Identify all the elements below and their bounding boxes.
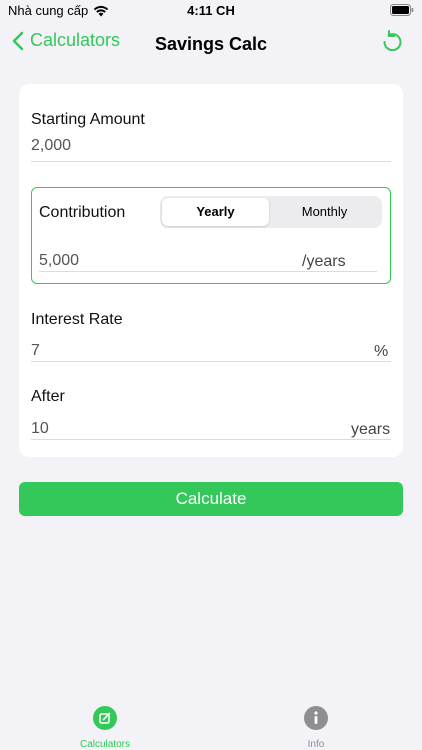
- refresh-icon: [383, 30, 402, 52]
- contribution-input[interactable]: 5,000: [39, 252, 79, 270]
- status-time: 4:11 CH: [187, 3, 235, 18]
- contribution-unit: /years: [302, 253, 346, 270]
- starting-amount-label: Starting Amount: [31, 111, 145, 128]
- savings-form-card: Starting Amount 2,000 Contribution Yearl…: [19, 84, 403, 457]
- segment-monthly[interactable]: Monthly: [271, 198, 378, 226]
- after-unit: years: [351, 421, 391, 438]
- tab-info[interactable]: Info: [266, 706, 366, 750]
- contribution-underline: [39, 271, 377, 272]
- interest-rate-unit: %: [374, 343, 389, 360]
- tab-bar: Calculators Info: [0, 700, 422, 750]
- after-underline: [31, 439, 391, 440]
- starting-amount-input[interactable]: 2,000: [31, 137, 71, 155]
- status-bar: Nhà cung cấp 4:11 CH: [0, 0, 422, 24]
- interest-rate-underline: [31, 361, 391, 362]
- edit-square-icon: [93, 706, 117, 730]
- navigation-bar: Calculators Savings Calc: [0, 26, 422, 62]
- after-input[interactable]: 10: [31, 420, 49, 438]
- tab-info-label: Info: [307, 739, 325, 750]
- refresh-button[interactable]: [380, 30, 404, 61]
- battery-icon: [390, 4, 414, 16]
- segment-yearly[interactable]: Yearly: [162, 198, 269, 226]
- page-title: Savings Calc: [154, 34, 268, 54]
- starting-amount-underline: [31, 161, 391, 162]
- contribution-label: Contribution: [39, 204, 126, 221]
- tab-calculators-label: Calculators: [79, 739, 131, 750]
- interest-rate-label: Interest Rate: [31, 311, 123, 328]
- contribution-frequency-control: Yearly Monthly: [160, 196, 382, 228]
- calculate-button[interactable]: Calculate: [19, 482, 403, 516]
- tab-calculators[interactable]: Calculators: [55, 706, 155, 750]
- info-circle-icon: [304, 706, 328, 730]
- interest-rate-input[interactable]: 7: [31, 342, 40, 360]
- contribution-section: Contribution Yearly Monthly 5,000 /years: [31, 187, 391, 284]
- after-label: After: [31, 388, 65, 405]
